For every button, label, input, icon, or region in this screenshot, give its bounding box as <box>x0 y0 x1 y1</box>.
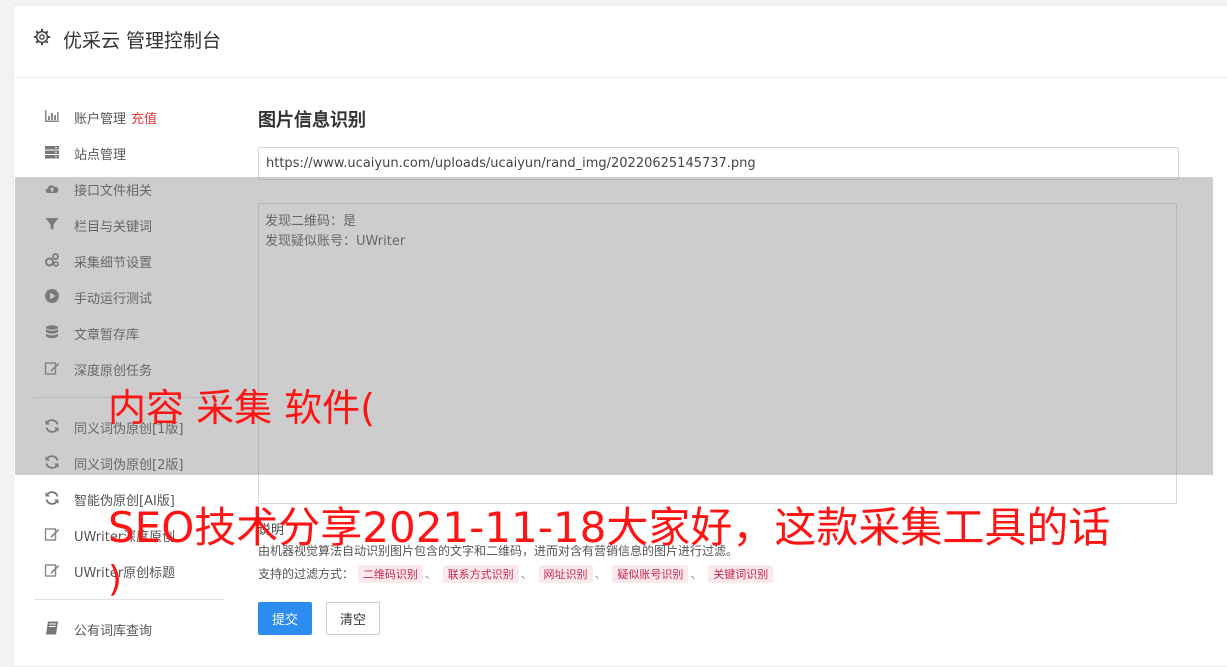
filter-tag-contact: 联系方式识别 <box>442 565 519 583</box>
filter-tag-qrcode: 二维码识别 <box>357 565 423 583</box>
page-title: 图片信息识别 <box>258 110 366 131</box>
clear-button[interactable]: 清空 <box>326 602 380 635</box>
image-url-input[interactable] <box>258 147 1179 180</box>
header-bar: 优采云 管理控制台 <box>14 6 1227 78</box>
filter-methods-label: 支持的过滤方式： <box>258 567 355 581</box>
watermark-text-3: ) <box>108 559 123 600</box>
bar-chart-icon <box>45 110 59 122</box>
sidebar-item-label: 站点管理 <box>74 148 127 163</box>
sidebar-item-uwriter-title[interactable]: UWriter原创标题 <box>34 553 224 589</box>
recharge-link[interactable]: 充值 <box>131 112 157 127</box>
refresh-icon <box>45 491 59 505</box>
edit-icon <box>44 564 60 577</box>
app-title: 优采云 管理控制台 <box>63 30 222 52</box>
main-content: 图片信息识别 发现二维码：是 发现疑似账号：UWriter 说明 由机器视觉算法… <box>258 106 1179 635</box>
sidebar-item-label: UWriter原创标题 <box>74 566 176 581</box>
submit-button[interactable]: 提交 <box>258 602 312 635</box>
sidebar-item-label: 公有词库查询 <box>74 624 153 639</box>
watermark-text-1: 内容 采集 软件( <box>108 386 375 430</box>
sidebar-item-sites[interactable]: 站点管理 <box>34 135 224 171</box>
filter-separator: 、 <box>424 567 437 581</box>
sidebar-item-label: 账户管理 <box>74 112 127 127</box>
sidebar-item-account[interactable]: 账户管理 充值 <box>34 99 224 135</box>
sidebar-item-public-lexicon[interactable]: 公有词库查询 <box>34 611 224 647</box>
gear-icon <box>33 28 51 46</box>
filter-separator: 、 <box>520 567 533 581</box>
filter-tag-suspect-account: 疑似账号识别 <box>612 565 689 583</box>
sidebar-divider <box>34 599 224 600</box>
watermark-text-2: SEO技术分享2021-11-18大家好，这款采集工具的话 <box>108 503 1111 552</box>
filter-tag-keyword: 关键词识别 <box>708 565 774 583</box>
server-icon <box>45 146 59 159</box>
filter-separator: 、 <box>690 567 703 581</box>
book-icon <box>46 621 58 635</box>
edit-icon <box>44 528 60 541</box>
filter-methods: 支持的过滤方式： 二维码识别、 联系方式识别、 网址识别、 疑似账号识别、 关键… <box>258 565 1163 583</box>
filter-separator: 、 <box>594 567 607 581</box>
filter-tag-url: 网址识别 <box>538 565 593 583</box>
